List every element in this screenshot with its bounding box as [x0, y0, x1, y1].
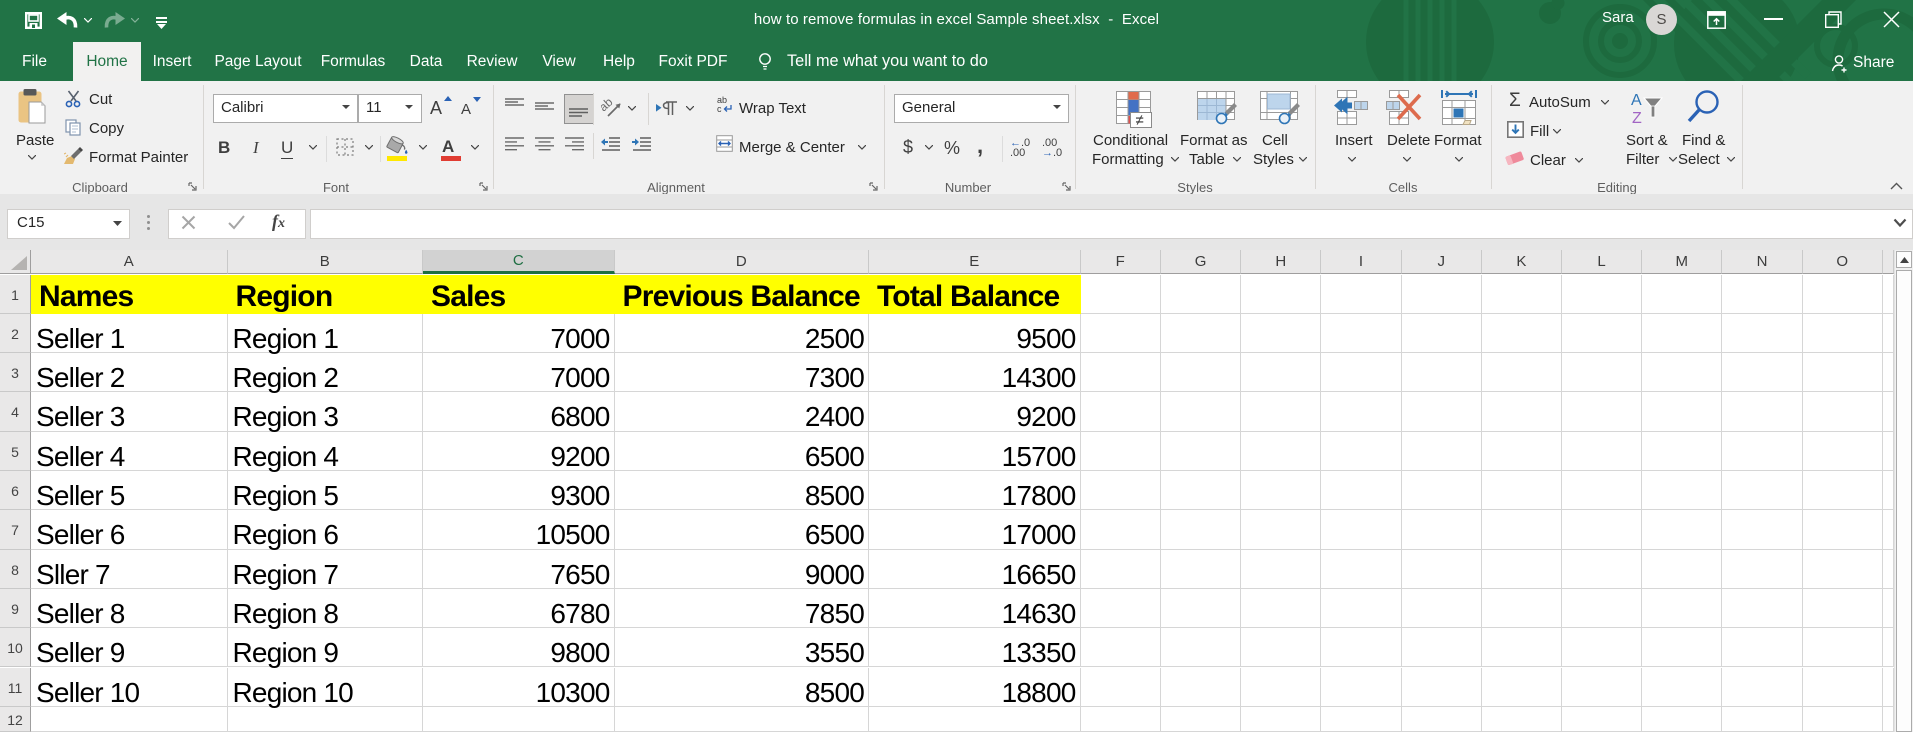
- svg-text:c: c: [717, 104, 722, 113]
- svg-text:A: A: [1631, 92, 1642, 109]
- svg-text:≠: ≠: [1136, 112, 1144, 129]
- svg-text:Z: Z: [1632, 110, 1642, 126]
